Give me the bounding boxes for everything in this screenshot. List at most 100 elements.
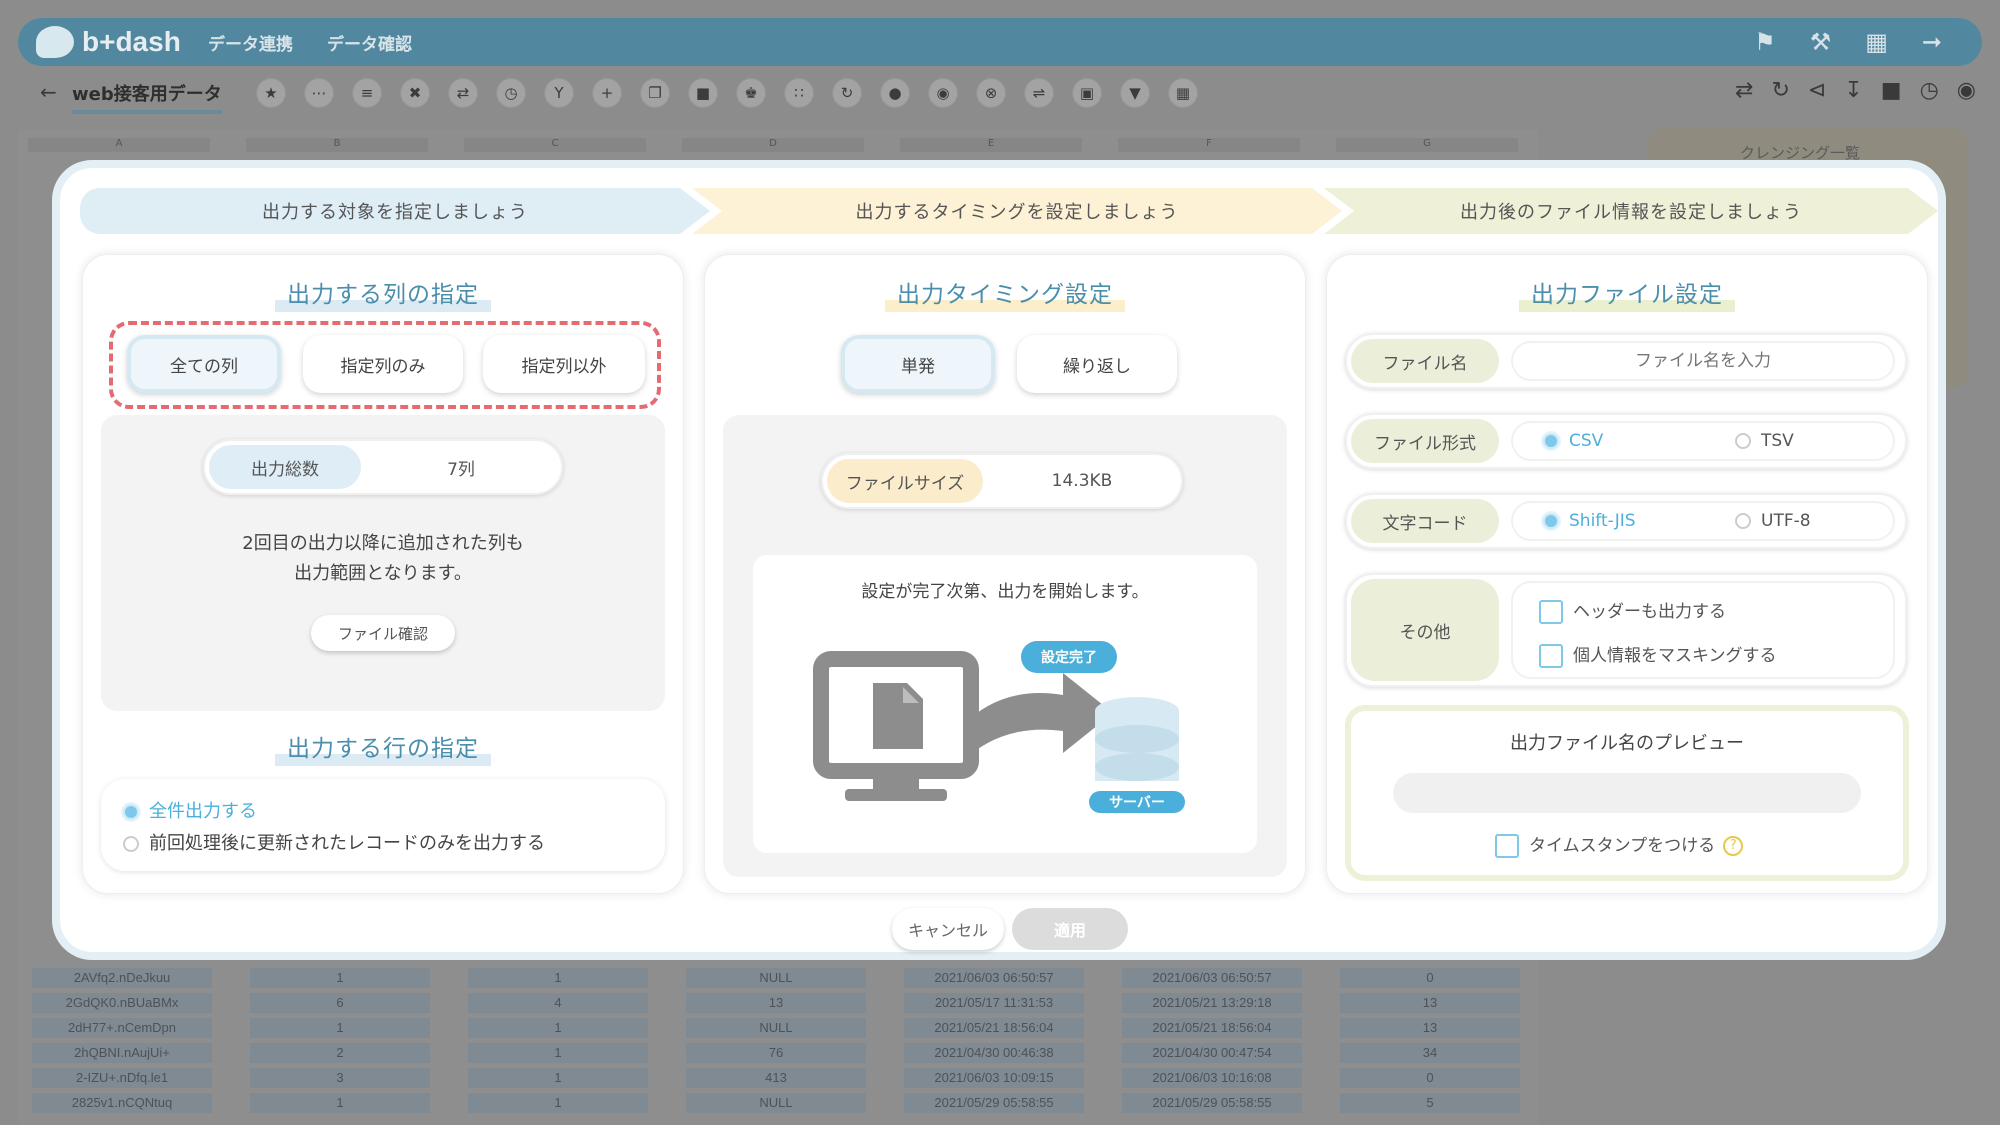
column-header-c[interactable]: C bbox=[464, 138, 646, 152]
cancel-icon[interactable]: ⊗ bbox=[976, 78, 1006, 108]
download-icon[interactable]: ↧ bbox=[1844, 78, 1862, 103]
table-cell[interactable]: 413 bbox=[686, 1068, 866, 1088]
row-option-updated[interactable]: 前回処理後に更新されたレコードのみを出力する bbox=[123, 829, 545, 855]
share-icon[interactable]: ⊲ bbox=[1808, 78, 1826, 103]
table-cell[interactable]: 3 bbox=[250, 1068, 430, 1088]
format-option-tsv[interactable]: TSV bbox=[1735, 431, 1794, 451]
table-cell[interactable]: 1 bbox=[250, 1018, 430, 1038]
scatter-icon[interactable]: ∷ bbox=[784, 78, 814, 108]
table-cell[interactable]: 1 bbox=[468, 1093, 648, 1113]
trash-icon[interactable]: ■ bbox=[688, 78, 718, 108]
wrench-icon[interactable]: ⚒ bbox=[1810, 28, 1832, 56]
table-cell[interactable]: 2825v1.nCQNtuq bbox=[32, 1093, 212, 1113]
table-icon[interactable]: ▦ bbox=[1168, 78, 1198, 108]
timestamp-option[interactable]: タイムスタンプをつける? bbox=[1495, 831, 1744, 858]
table-cell[interactable]: 6 bbox=[250, 993, 430, 1013]
table-cell[interactable]: 0 bbox=[1340, 968, 1520, 988]
apply-button[interactable]: 適用 bbox=[1012, 908, 1128, 950]
table-cell[interactable]: 1 bbox=[468, 1068, 648, 1088]
table-cell[interactable]: 1 bbox=[468, 968, 648, 988]
expand-icon[interactable]: ⇄ bbox=[448, 78, 478, 108]
table-cell[interactable]: 2021/05/21 18:56:04 bbox=[904, 1018, 1084, 1038]
more-icon[interactable]: ⋯ bbox=[304, 78, 334, 108]
column-header-g[interactable]: G bbox=[1336, 138, 1518, 152]
table-cell[interactable]: 1 bbox=[468, 1043, 648, 1063]
option-include-header[interactable]: ヘッダーも出力する bbox=[1539, 597, 1726, 624]
except-columns-button[interactable]: 指定列以外 bbox=[483, 335, 645, 393]
checkbox-icon[interactable] bbox=[1495, 834, 1519, 858]
selected-columns-button[interactable]: 指定列のみ bbox=[303, 335, 463, 393]
back-arrow-icon[interactable]: ← bbox=[40, 80, 57, 104]
nav-data-integration[interactable]: データ連携 bbox=[208, 30, 293, 55]
copy-icon[interactable]: ❐ bbox=[640, 78, 670, 108]
option-mask-personal[interactable]: 個人情報をマスキングする bbox=[1539, 641, 1777, 668]
table-cell[interactable]: 2021/05/17 11:31:53 bbox=[904, 993, 1084, 1013]
api-icon[interactable]: ● bbox=[880, 78, 910, 108]
table-cell[interactable]: 76 bbox=[686, 1043, 866, 1063]
format-option-csv[interactable]: CSV bbox=[1543, 431, 1603, 451]
add-icon[interactable]: + bbox=[592, 78, 622, 108]
column-header-d[interactable]: D bbox=[682, 138, 864, 152]
star-icon[interactable]: ★ bbox=[256, 78, 286, 108]
table-cell[interactable]: 4 bbox=[468, 993, 648, 1013]
tools-icon[interactable]: ✖ bbox=[400, 78, 430, 108]
table-cell[interactable]: 1 bbox=[250, 968, 430, 988]
filter-icon[interactable]: ▼ bbox=[1120, 78, 1150, 108]
table-cell[interactable]: 2AVfq2.nDeJkuu bbox=[32, 968, 212, 988]
table-cell[interactable]: 2021/06/03 10:09:15 bbox=[904, 1068, 1084, 1088]
table-cell[interactable]: NULL bbox=[686, 968, 866, 988]
nav-data-check[interactable]: データ確認 bbox=[327, 30, 412, 55]
encoding-option-utf8[interactable]: UTF-8 bbox=[1735, 511, 1811, 531]
apps-grid-icon[interactable]: ▦ bbox=[1865, 28, 1888, 56]
column-header-a[interactable]: A bbox=[28, 138, 210, 152]
sync-icon[interactable]: ↻ bbox=[1771, 78, 1789, 103]
crown-icon[interactable]: ♚ bbox=[736, 78, 766, 108]
table-cell[interactable]: 2021/04/30 00:47:54 bbox=[1122, 1043, 1302, 1063]
table-cell[interactable]: 2021/04/30 00:46:38 bbox=[904, 1043, 1084, 1063]
table-cell[interactable]: 1 bbox=[250, 1093, 430, 1113]
bell-icon[interactable]: ⚑ bbox=[1754, 28, 1776, 56]
table-cell[interactable]: 2021/05/21 18:56:04 bbox=[1122, 1018, 1302, 1038]
column-header-f[interactable]: F bbox=[1118, 138, 1300, 152]
history-icon[interactable]: ◷ bbox=[1920, 78, 1939, 103]
logo[interactable]: b+dash bbox=[36, 24, 181, 60]
table-cell[interactable]: NULL bbox=[686, 1018, 866, 1038]
column-header-e[interactable]: E bbox=[900, 138, 1082, 152]
table-cell[interactable]: 2021/06/03 06:50:57 bbox=[904, 968, 1084, 988]
repeat-icon[interactable]: ⇄ bbox=[1735, 78, 1753, 103]
row-option-all[interactable]: 全件出力する bbox=[123, 797, 257, 823]
frame-icon[interactable]: ▣ bbox=[1072, 78, 1102, 108]
logout-icon[interactable]: ➞ bbox=[1922, 28, 1942, 56]
table-cell[interactable]: 5 bbox=[1340, 1093, 1520, 1113]
all-columns-button[interactable]: 全ての列 bbox=[127, 335, 281, 393]
checkbox-icon[interactable] bbox=[1539, 600, 1563, 624]
file-check-button[interactable]: ファイル確認 bbox=[311, 615, 455, 651]
table-cell[interactable]: 2021/06/03 10:16:08 bbox=[1122, 1068, 1302, 1088]
timer-icon[interactable]: ◷ bbox=[496, 78, 526, 108]
table-cell[interactable]: 13 bbox=[686, 993, 866, 1013]
table-cell[interactable]: 13 bbox=[1340, 1018, 1520, 1038]
help-icon[interactable]: ? bbox=[1723, 836, 1744, 856]
column-header-b[interactable]: B bbox=[246, 138, 428, 152]
single-run-button[interactable]: 単発 bbox=[841, 335, 995, 393]
delete-icon[interactable]: ■ bbox=[1881, 78, 1902, 103]
filename-input[interactable] bbox=[1511, 341, 1895, 381]
cancel-button[interactable]: キャンセル bbox=[892, 908, 1004, 950]
list-icon[interactable]: ≡ bbox=[352, 78, 382, 108]
save-icon[interactable]: ◉ bbox=[1957, 78, 1976, 103]
checkbox-icon[interactable] bbox=[1539, 644, 1563, 668]
transform-icon[interactable]: ⇌ bbox=[1024, 78, 1054, 108]
table-cell[interactable]: 2021/06/03 06:50:57 bbox=[1122, 968, 1302, 988]
table-cell[interactable]: 2 bbox=[250, 1043, 430, 1063]
encoding-option-sjis[interactable]: Shift-JIS bbox=[1543, 511, 1636, 531]
table-cell[interactable]: 2021/05/29 05:58:55 bbox=[1122, 1093, 1302, 1113]
merge-icon[interactable]: Y bbox=[544, 78, 574, 108]
repeat-button[interactable]: 繰り返し bbox=[1017, 335, 1177, 393]
table-cell[interactable]: 34 bbox=[1340, 1043, 1520, 1063]
table-cell[interactable]: NULL bbox=[686, 1093, 866, 1113]
loop-icon[interactable]: ↻ bbox=[832, 78, 862, 108]
table-cell[interactable]: 0 bbox=[1340, 1068, 1520, 1088]
table-cell[interactable]: 1 bbox=[468, 1018, 648, 1038]
table-cell[interactable]: 2GdQK0.nBUaBMx bbox=[32, 993, 212, 1013]
table-cell[interactable]: 13 bbox=[1340, 993, 1520, 1013]
